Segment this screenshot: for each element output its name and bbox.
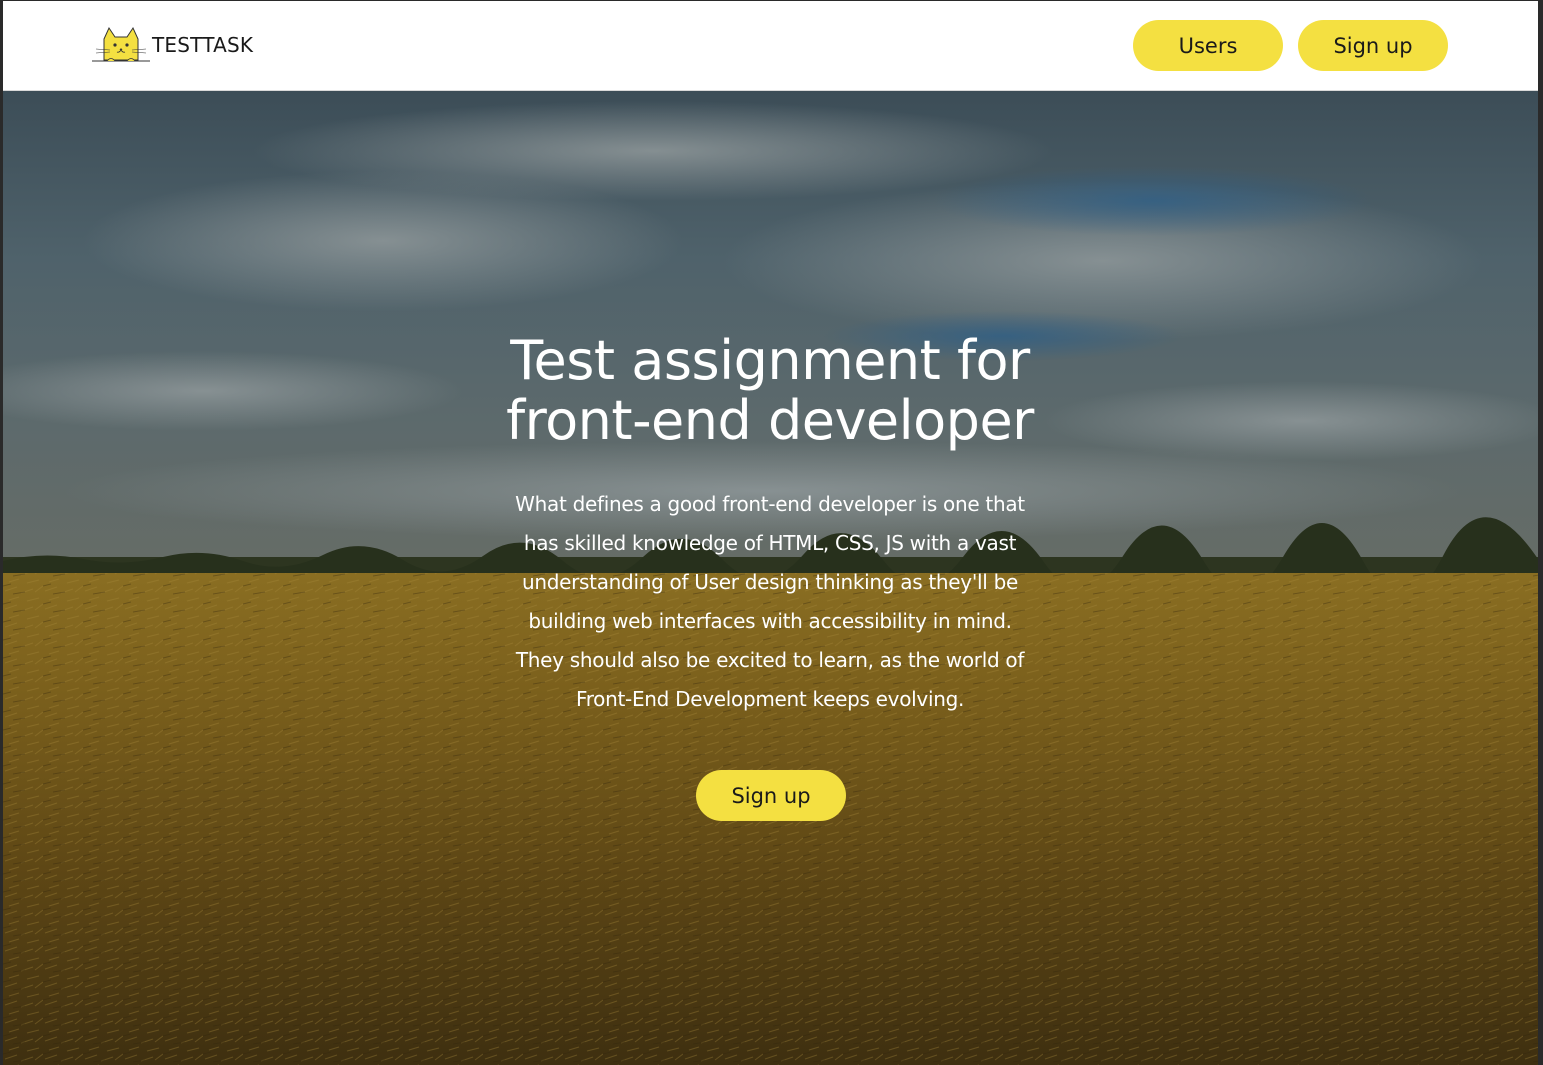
app-window: TESTTASK Users Sign up Test assignment f… xyxy=(3,1,1538,1065)
hero-content: Test assignment for front-end developer … xyxy=(470,331,1070,719)
top-header: TESTTASK Users Sign up xyxy=(3,1,1538,91)
hero-description-line: What defines a good front-end developer … xyxy=(515,492,1025,516)
hero-description-line: Front-End Development keeps evolving. xyxy=(575,687,965,711)
hero-description: What defines a good front-end developer … xyxy=(470,485,1070,719)
users-button[interactable]: Users xyxy=(1133,20,1283,71)
hero-title-line-2: front-end developer xyxy=(506,389,1034,452)
hero-title: Test assignment for front-end developer xyxy=(470,331,1070,451)
hero-signup-button[interactable]: Sign up xyxy=(696,770,846,821)
logo-text: TESTTASK xyxy=(152,33,254,57)
hero-description-line: They should also be excited to learn, as… xyxy=(515,648,1025,672)
hero-description-line: understanding of User design thinking as… xyxy=(521,570,1018,594)
hero-description-line: building web interfaces with accessibili… xyxy=(528,609,1012,633)
cat-logo-icon xyxy=(92,26,150,62)
hero-description-line: has skilled knowledge of HTML, CSS, JS w… xyxy=(523,531,1017,555)
hero-section: Test assignment for front-end developer … xyxy=(3,91,1538,1065)
logo[interactable]: TESTTASK xyxy=(92,25,253,65)
hero-title-line-1: Test assignment for xyxy=(510,329,1030,392)
signup-nav-button[interactable]: Sign up xyxy=(1298,20,1448,71)
